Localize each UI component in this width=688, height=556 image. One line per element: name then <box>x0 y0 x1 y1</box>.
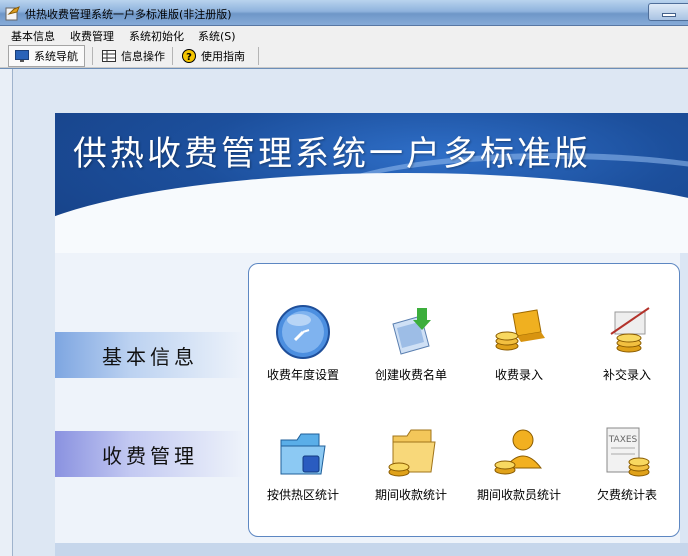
tool-label: 信息操作 <box>121 50 165 63</box>
panel-edge <box>680 253 688 543</box>
tab-info-operation[interactable]: 信息操作 <box>96 45 171 67</box>
toolbar: 系统导航 信息操作 ? 使用指南 <box>0 44 688 68</box>
fee-entry-button[interactable]: 收费录入 <box>465 304 573 383</box>
minimize-button[interactable] <box>648 3 688 21</box>
banner: 供热收费管理系统一户多标准版 <box>55 113 688 253</box>
fee-year-setting-button[interactable]: 收费年度设置 <box>249 304 357 383</box>
toolbar-separator <box>92 47 93 65</box>
tool-label: 使用指南 <box>201 50 245 63</box>
coins-scroll-icon <box>610 307 650 353</box>
nav-fee-management[interactable]: 收费管理 <box>55 431 245 477</box>
function-label: 按供热区统计 <box>266 488 339 502</box>
period-collection-stats-button[interactable]: 期间收款统计 <box>357 424 465 503</box>
menu-system-init[interactable]: 系统初始化 <box>129 28 184 44</box>
tool-label: 系统导航 <box>34 50 78 63</box>
mdi-workspace: 供热收费管理系统一户多标准版 基本信息 收费管理 收费年度设置 创建收费名单 收… <box>0 69 688 556</box>
taxes-icon: TAXES <box>606 427 650 477</box>
document-download-icon <box>392 308 431 355</box>
help-icon: ? <box>182 49 196 63</box>
bottom-band <box>55 543 688 556</box>
menu-fee-management[interactable]: 收费管理 <box>70 28 114 44</box>
toolbar-separator <box>172 47 173 65</box>
function-grid: 收费年度设置 创建收费名单 收费录入 补交录入 按供热区统计 期间收款统计 期间… <box>248 263 680 537</box>
monitor-icon <box>15 50 29 62</box>
function-label: 补交录入 <box>602 368 651 382</box>
user-coins-icon <box>494 429 543 475</box>
folder-icon <box>280 433 326 475</box>
arrears-stats-button[interactable]: TAXES 欠费统计表 <box>573 424 681 503</box>
folder-coins-icon <box>388 429 436 477</box>
menu-basic-info[interactable]: 基本信息 <box>11 28 55 44</box>
tab-system-navigation[interactable]: 系统导航 <box>8 45 85 67</box>
supplementary-entry-button[interactable]: 补交录入 <box>573 304 681 383</box>
svg-text:TAXES: TAXES <box>608 435 638 445</box>
function-label: 收费年度设置 <box>266 368 339 382</box>
window-title: 供热收费管理系统一户多标准版(非注册版) <box>25 8 232 21</box>
title-bar: 供热收费管理系统一户多标准版(非注册版) <box>0 0 688 26</box>
svg-text:?: ? <box>186 52 192 63</box>
nav-basic-info[interactable]: 基本信息 <box>55 332 245 378</box>
toolbar-separator <box>258 47 259 65</box>
function-label: 期间收款统计 <box>374 488 447 502</box>
menu-system[interactable]: 系统(S) <box>198 28 236 44</box>
clock-icon <box>276 305 330 359</box>
banner-swoosh <box>55 173 688 253</box>
create-fee-list-button[interactable]: 创建收费名单 <box>357 304 465 383</box>
function-label: 创建收费名单 <box>374 368 447 382</box>
navigation-panel: 供热收费管理系统一户多标准版 基本信息 收费管理 收费年度设置 创建收费名单 收… <box>55 113 688 556</box>
function-label: 欠费统计表 <box>596 488 657 502</box>
tab-user-guide[interactable]: ? 使用指南 <box>176 45 251 67</box>
function-label: 期间收款员统计 <box>476 488 561 502</box>
grid-icon <box>102 50 116 62</box>
coins-laptop-icon <box>495 309 545 351</box>
stats-by-heating-area-button[interactable]: 按供热区统计 <box>249 424 357 503</box>
function-label: 收费录入 <box>494 368 543 382</box>
period-cashier-stats-button[interactable]: 期间收款员统计 <box>465 424 573 503</box>
app-icon <box>5 6 20 21</box>
menu-bar: 基本信息 收费管理 系统初始化 系统(S) <box>0 26 688 44</box>
left-strip <box>0 69 13 556</box>
banner-title: 供热收费管理系统一户多标准版 <box>73 134 591 174</box>
